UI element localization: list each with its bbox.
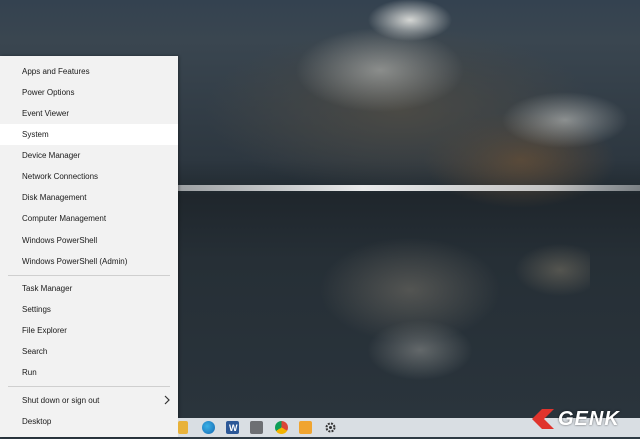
menu-item-label: Power Options (22, 88, 75, 97)
menu-item-label: Device Manager (22, 151, 81, 160)
menu-item-label: Computer Management (22, 214, 107, 223)
gear-icon[interactable] (324, 421, 337, 434)
menu-item-label: Apps and Features (22, 67, 90, 76)
menu-item-label: File Explorer (22, 326, 67, 335)
menu-item-label: Desktop (22, 417, 52, 426)
menu-separator (8, 386, 170, 387)
menu-item-label: Task Manager (22, 284, 73, 293)
menu-item-label: Network Connections (22, 172, 99, 181)
menu-item-device-manager[interactable]: Device Manager (0, 145, 178, 166)
app-icon[interactable] (250, 421, 263, 434)
menu-item-label: Event Viewer (22, 109, 69, 118)
menu-item-run[interactable]: Run (0, 362, 178, 383)
chevron-right-icon (164, 390, 170, 411)
watermark-text: GENK (558, 408, 620, 430)
menu-item-label: Settings (22, 305, 51, 314)
menu-item-network-connections[interactable]: Network Connections (0, 166, 178, 187)
wallpaper-reflection (230, 200, 590, 390)
menu-item-label: Windows PowerShell (22, 236, 98, 245)
menu-separator (8, 275, 170, 276)
menu-item-label: Run (22, 368, 37, 377)
menu-item-file-explorer[interactable]: File Explorer (0, 320, 178, 341)
menu-item-search[interactable]: Search (0, 341, 178, 362)
genk-watermark: GENK (530, 407, 632, 431)
menu-item-computer-management[interactable]: Computer Management (0, 208, 178, 229)
winx-context-menu: Apps and Features Power Options Event Vi… (0, 56, 178, 437)
wallpaper-horizon (178, 185, 640, 191)
menu-item-disk-management[interactable]: Disk Management (0, 187, 178, 208)
menu-item-label: Windows PowerShell (Admin) (22, 257, 128, 266)
menu-item-power-options[interactable]: Power Options (0, 82, 178, 103)
menu-item-label: System (22, 130, 49, 139)
genk-logo-icon (532, 409, 554, 429)
menu-item-apps-and-features[interactable]: Apps and Features (0, 61, 178, 82)
menu-item-label: Shut down or sign out (22, 396, 100, 405)
menu-item-windows-powershell-admin[interactable]: Windows PowerShell (Admin) (0, 251, 178, 272)
menu-item-event-viewer[interactable]: Event Viewer (0, 103, 178, 124)
menu-item-label: Search (22, 347, 48, 356)
word-icon[interactable]: W (226, 421, 239, 434)
menu-item-settings[interactable]: Settings (0, 299, 178, 320)
menu-item-label: Disk Management (22, 193, 87, 202)
menu-item-desktop[interactable]: Desktop (0, 411, 178, 432)
menu-item-windows-powershell[interactable]: Windows PowerShell (0, 230, 178, 251)
menu-item-shut-down-or-sign-out[interactable]: Shut down or sign out (0, 390, 178, 411)
menu-item-system[interactable]: System (0, 124, 178, 145)
menu-item-task-manager[interactable]: Task Manager (0, 278, 178, 299)
edge-icon[interactable] (202, 421, 215, 434)
folder-icon[interactable] (178, 421, 188, 434)
chrome-icon[interactable] (275, 421, 288, 434)
photos-icon[interactable] (299, 421, 312, 434)
svg-text:W: W (229, 423, 238, 433)
